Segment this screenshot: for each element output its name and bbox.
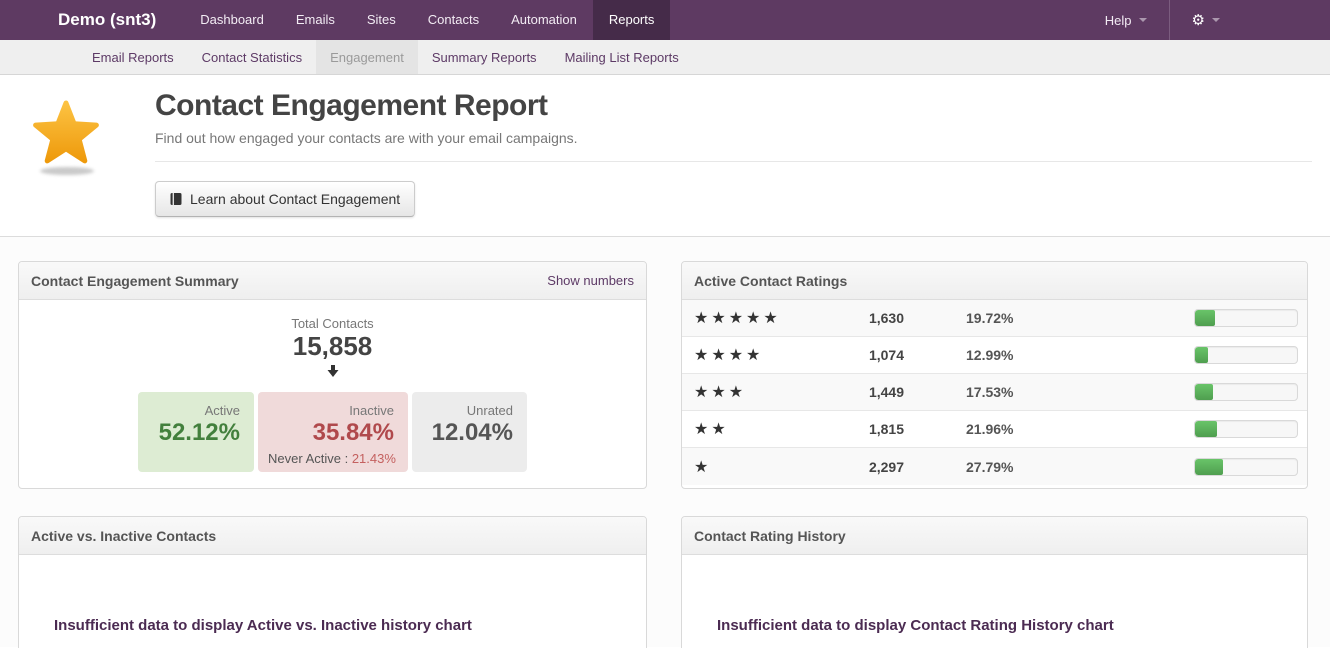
rating-row-2-star: ★★1,81521.96%: [682, 411, 1307, 448]
page-subtitle: Find out how engaged your contacts are w…: [155, 130, 1312, 146]
rating-progress-bar: [1194, 383, 1298, 401]
panel-header: Active vs. Inactive Contacts: [19, 517, 646, 555]
box-label: Unrated: [422, 403, 513, 418]
box-label: Inactive: [268, 403, 394, 418]
insufficient-data-message: Insufficient data to display Contact Rat…: [717, 617, 1307, 634]
topnav-item-sites[interactable]: Sites: [351, 0, 412, 40]
summary-boxes: Active52.12% Inactive35.84% Never Active :…: [19, 392, 646, 472]
panels-row-bottom: Active vs. Inactive Contacts Insufficien…: [18, 516, 1308, 648]
topnav-item-reports[interactable]: Reports: [593, 0, 671, 40]
total-contacts-value: 15,858: [19, 331, 646, 361]
panel-header: Contact Rating History: [682, 517, 1307, 555]
panel-header: Active Contact Ratings: [682, 262, 1307, 300]
rating-count: 2,297: [819, 459, 904, 475]
box-value: 12.04%: [422, 418, 513, 448]
rating-progress-fill: [1195, 347, 1208, 363]
summary-body: Total Contacts 15,858 Active52.12%Inacti…: [19, 316, 646, 489]
panel-title: Contact Rating History: [694, 517, 846, 555]
rating-percent: 27.79%: [904, 459, 1194, 475]
report-content: Contact Engagement Summary Show numbers …: [0, 237, 1330, 647]
rating-progress-fill: [1195, 384, 1213, 400]
star-rating-icon: ★★: [694, 419, 819, 439]
panel-title: Active Contact Ratings: [694, 262, 847, 300]
rating-count: 1,074: [819, 347, 904, 363]
rating-count: 1,630: [819, 310, 904, 326]
panel-engagement-summary: Contact Engagement Summary Show numbers …: [18, 261, 647, 489]
ratings-table: ★★★★★1,63019.72%★★★★1,07412.99%★★★1,4491…: [682, 300, 1307, 485]
rating-percent: 19.72%: [904, 310, 1194, 326]
topnav-item-dashboard[interactable]: Dashboard: [184, 0, 280, 40]
panel-active-contact-ratings: Active Contact Ratings ★★★★★1,63019.72%★…: [681, 261, 1308, 489]
insufficient-data-message: Insufficient data to display Active vs. …: [54, 617, 646, 634]
panel-active-vs-inactive: Active vs. Inactive Contacts Insufficien…: [18, 516, 647, 648]
settings-menu[interactable]: ⚙: [1170, 0, 1242, 40]
rating-row-5-star: ★★★★★1,63019.72%: [682, 300, 1307, 337]
topnav-item-automation[interactable]: Automation: [495, 0, 593, 40]
subnav-item-engagement[interactable]: Engagement: [316, 40, 418, 74]
page-title: Contact Engagement Report: [155, 89, 1312, 123]
panel-title: Active vs. Inactive Contacts: [31, 517, 216, 555]
learn-about-engagement-button[interactable]: Learn about Contact Engagement: [155, 181, 415, 217]
star-rating-icon: ★★★★: [694, 345, 819, 365]
rating-percent: 12.99%: [904, 347, 1194, 363]
learn-button-label: Learn about Contact Engagement: [190, 191, 400, 207]
rating-progress-bar: [1194, 346, 1298, 364]
summary-box-unrated: Unrated12.04%: [412, 392, 527, 472]
panel-contact-rating-history: Contact Rating History Insufficient data…: [681, 516, 1308, 648]
rating-row-1-star: ★2,29727.79%: [682, 448, 1307, 485]
gear-icon: ⚙: [1192, 13, 1205, 28]
subnav-item-summary-reports[interactable]: Summary Reports: [418, 40, 551, 74]
show-numbers-link[interactable]: Show numbers: [547, 262, 634, 300]
summary-box-inactive: Inactive35.84% Never Active : 21.43%: [258, 392, 408, 472]
down-arrow-icon: [19, 365, 646, 383]
rating-count: 1,449: [819, 384, 904, 400]
star-rating-icon: ★: [694, 457, 819, 477]
chevron-down-icon: [1139, 18, 1147, 22]
rating-percent: 17.53%: [904, 384, 1194, 400]
rating-row-3-star: ★★★1,44917.53%: [682, 374, 1307, 411]
rating-percent: 21.96%: [904, 421, 1194, 437]
subnav-item-mailing-list-reports[interactable]: Mailing List Reports: [551, 40, 693, 74]
primary-nav: DashboardEmailsSitesContactsAutomationRe…: [184, 0, 670, 40]
total-contacts-label: Total Contacts: [19, 316, 646, 331]
page-header: Contact Engagement Report Find out how e…: [0, 75, 1330, 237]
app-window: Demo (snt3) DashboardEmailsSitesContacts…: [0, 0, 1330, 648]
topnav-item-contacts[interactable]: Contacts: [412, 0, 495, 40]
rating-progress-bar: [1194, 420, 1298, 438]
help-menu[interactable]: Help: [1083, 0, 1169, 40]
panel-header: Contact Engagement Summary Show numbers: [19, 262, 646, 300]
top-navbar: Demo (snt3) DashboardEmailsSitesContacts…: [0, 0, 1330, 40]
navbar-spacer: [1242, 0, 1330, 40]
rating-count: 1,815: [819, 421, 904, 437]
panel-title: Contact Engagement Summary: [31, 262, 239, 300]
header-divider: [155, 161, 1312, 162]
gold-star-icon: [28, 97, 108, 184]
reports-subnav: Email ReportsContact StatisticsEngagemen…: [0, 40, 1330, 75]
rating-progress-fill: [1195, 459, 1223, 475]
star-rating-icon: ★★★: [694, 382, 819, 402]
box-value: 35.84%: [268, 418, 394, 448]
star-rating-icon: ★★★★★: [694, 308, 819, 328]
topnav-right-group: Help ⚙: [1083, 0, 1330, 40]
subnav-item-contact-statistics[interactable]: Contact Statistics: [188, 40, 316, 74]
topnav-item-emails[interactable]: Emails: [280, 0, 351, 40]
rating-progress-fill: [1195, 421, 1217, 437]
book-icon: [170, 192, 182, 206]
panels-row-top: Contact Engagement Summary Show numbers …: [18, 261, 1308, 489]
subnav-item-email-reports[interactable]: Email Reports: [78, 40, 188, 74]
rating-progress-fill: [1195, 310, 1215, 326]
box-value: 52.12%: [148, 418, 240, 448]
rating-row-4-star: ★★★★1,07412.99%: [682, 337, 1307, 374]
brand-logo[interactable]: Demo (snt3): [0, 0, 184, 40]
summary-box-active: Active52.12%: [138, 392, 254, 472]
page-header-main: Contact Engagement Report Find out how e…: [155, 75, 1312, 217]
rating-progress-bar: [1194, 309, 1298, 327]
help-menu-label: Help: [1105, 13, 1132, 28]
chevron-down-icon: [1212, 18, 1220, 22]
never-active-stat: Never Active : 21.43%: [268, 451, 394, 466]
rating-progress-bar: [1194, 458, 1298, 476]
box-label: Active: [148, 403, 240, 418]
